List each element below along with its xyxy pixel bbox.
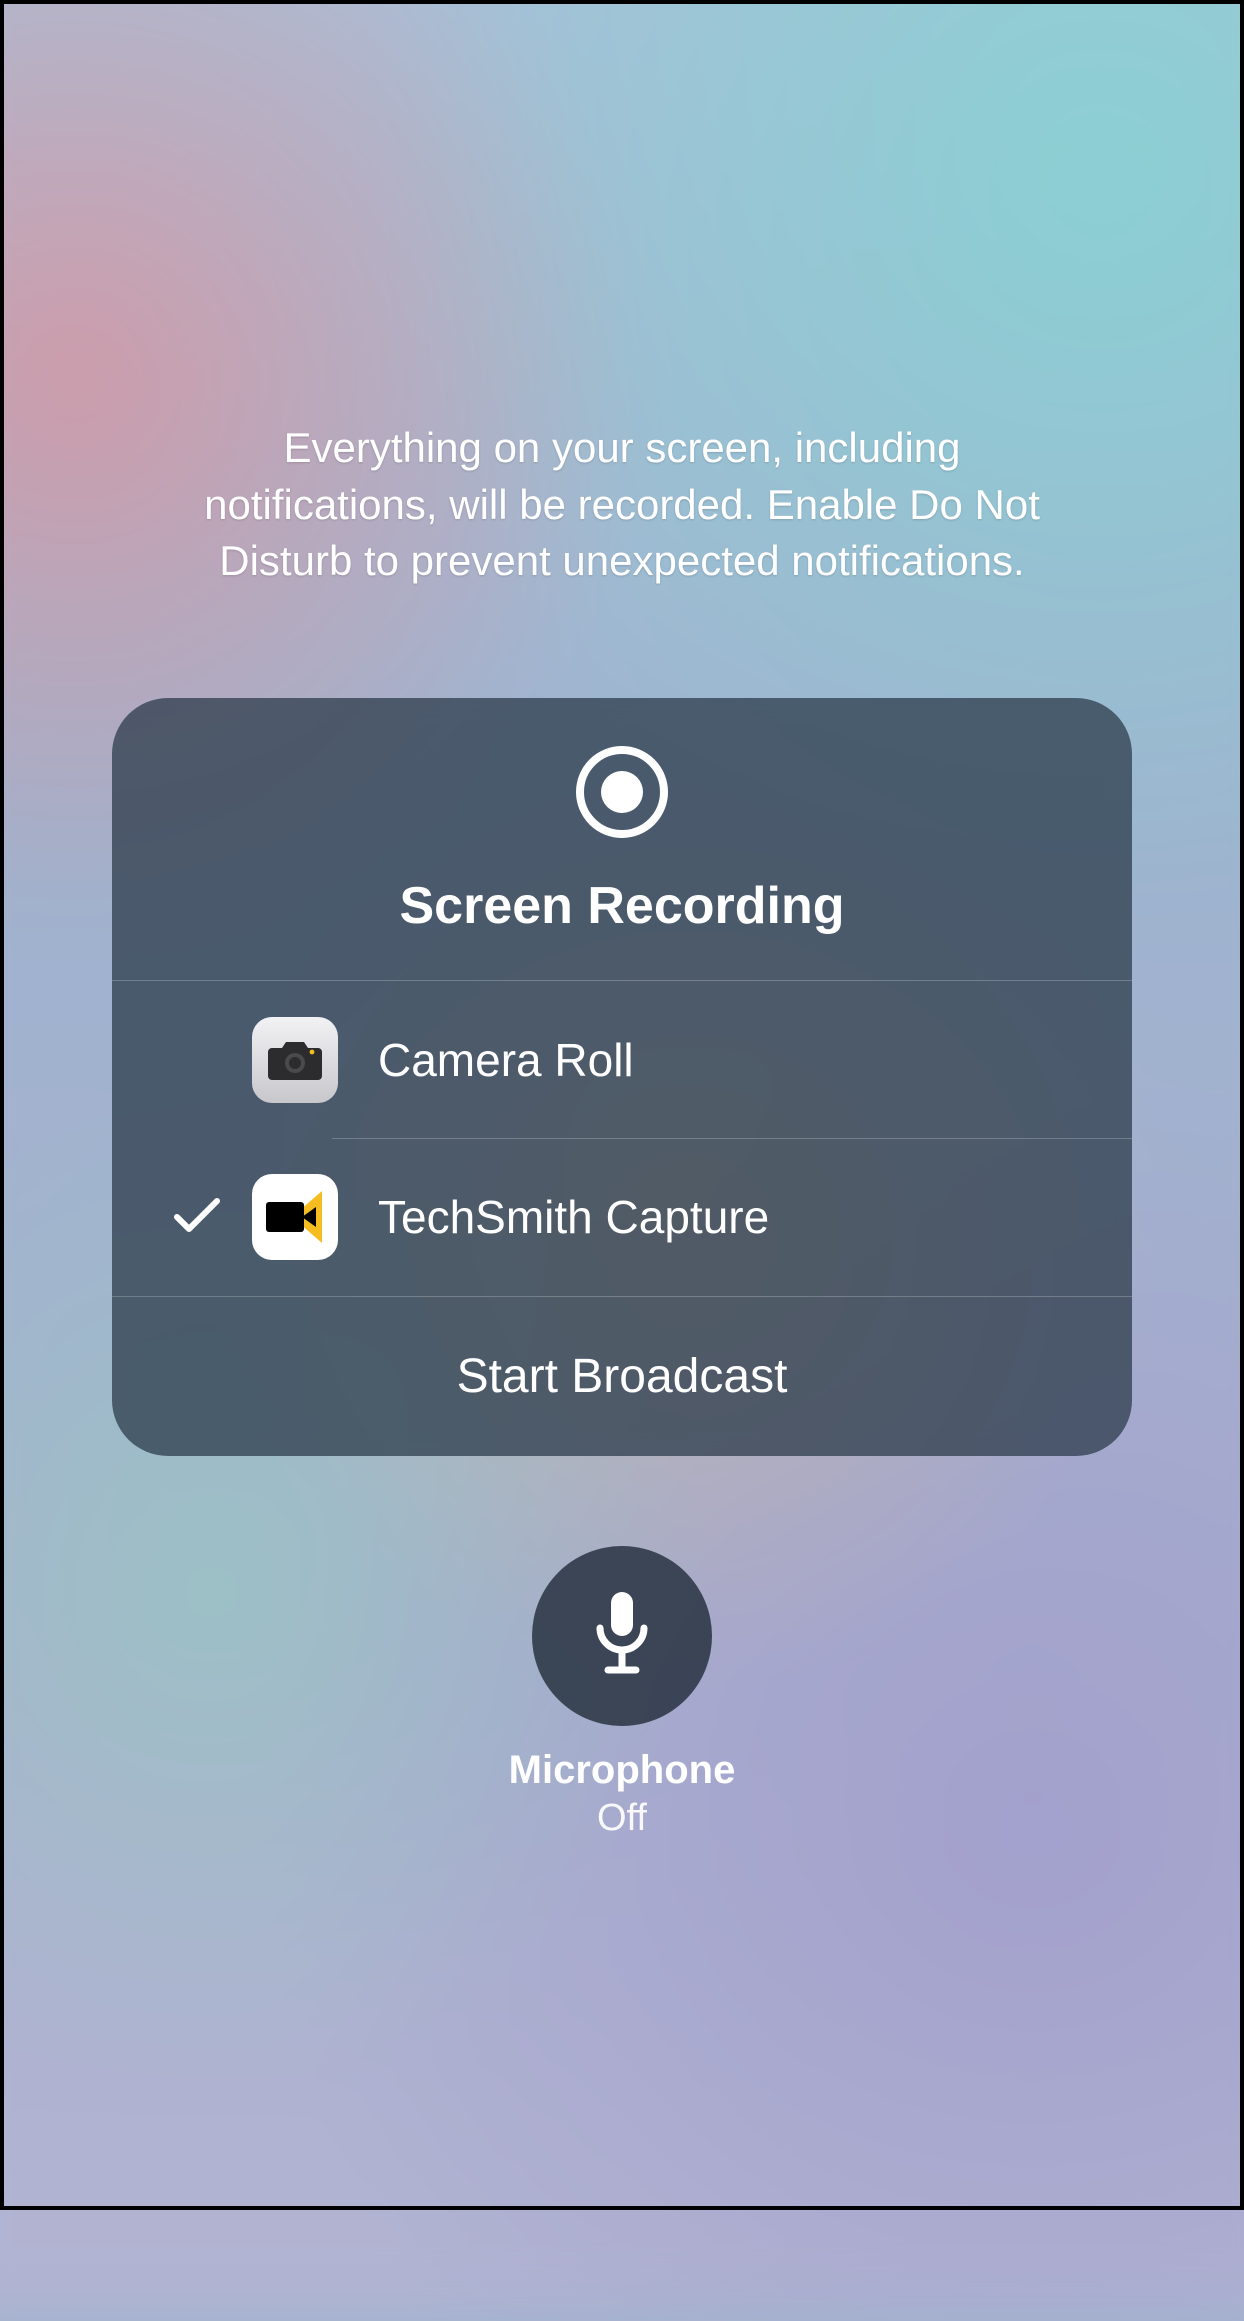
checkmark-icon (173, 1195, 221, 1240)
broadcast-option-label: TechSmith Capture (378, 1190, 769, 1244)
start-broadcast-button[interactable]: Start Broadcast (112, 1296, 1132, 1456)
techsmith-capture-icon (252, 1174, 338, 1260)
broadcast-option-camera-roll[interactable]: Camera Roll (112, 980, 1132, 1138)
microphone-title: Microphone (509, 1748, 736, 1793)
microphone-icon (588, 1588, 656, 1685)
panel-title: Screen Recording (399, 876, 844, 936)
screen-recording-sheet: Everything on your screen, including not… (0, 0, 1244, 2210)
broadcast-option-techsmith-capture[interactable]: TechSmith Capture (112, 1138, 1132, 1296)
microphone-toggle-button[interactable] (532, 1546, 712, 1726)
broadcast-target-list: Camera Roll TechSmith Capture (112, 980, 1132, 1296)
record-icon (576, 746, 668, 838)
microphone-section: Microphone Off (509, 1546, 736, 1840)
screen-recording-panel: Screen Recording Camera Roll (112, 698, 1132, 1456)
panel-header: Screen Recording (112, 698, 1132, 980)
camera-icon (252, 1017, 338, 1103)
microphone-state: Off (597, 1797, 647, 1840)
selection-indicator (142, 1195, 252, 1240)
start-broadcast-label: Start Broadcast (457, 1349, 788, 1404)
broadcast-option-label: Camera Roll (378, 1033, 634, 1087)
recording-disclaimer-text: Everything on your screen, including not… (172, 420, 1072, 590)
